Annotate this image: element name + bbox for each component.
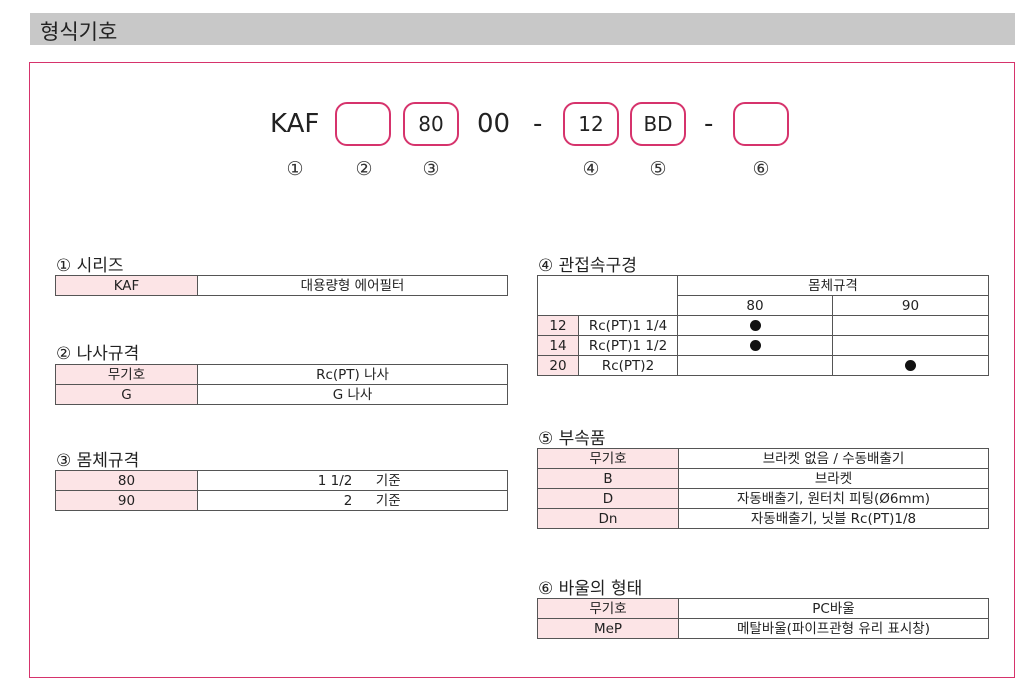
table-row: 14 Rc(PT)1 1/2 xyxy=(537,335,989,356)
model-prefix: KAF xyxy=(270,109,320,139)
port-desc: Rc(PT)1 1/2 xyxy=(578,335,678,356)
thread-table: 무기호 Rc(PT) 나사 G G 나사 xyxy=(55,364,508,405)
body-code: 80 xyxy=(55,470,198,491)
port-corner xyxy=(537,275,678,316)
port-cell-80 xyxy=(677,315,833,336)
accessory-desc: 브라켓 없음 / 수동배출기 xyxy=(678,448,989,469)
body-size: 2 xyxy=(343,492,353,509)
marker-2: ② xyxy=(355,158,373,180)
thread-desc: Rc(PT) 나사 xyxy=(197,364,508,385)
body-size: 1 1/2 xyxy=(317,472,353,489)
series-code: KAF xyxy=(55,275,198,296)
bowl-desc: PC바울 xyxy=(678,598,989,619)
port-code: 20 xyxy=(537,355,579,376)
accessory-title: ⑤ 부속품 xyxy=(538,429,606,449)
table-row: KAF 대용량형 에어필터 xyxy=(55,275,508,296)
body-code: 90 xyxy=(55,490,198,511)
bowl-code: 무기호 xyxy=(537,598,679,619)
section-header: 형식기호 xyxy=(30,13,1015,45)
port-desc: Rc(PT)2 xyxy=(578,355,678,376)
port-code: 14 xyxy=(537,335,579,356)
table-row: 무기호 브라켓 없음 / 수동배출기 xyxy=(537,448,989,469)
series-desc: 대용량형 에어필터 xyxy=(197,275,508,296)
table-row: G G 나사 xyxy=(55,384,508,405)
marker-4: ④ xyxy=(582,158,600,180)
bowl-desc: 메탈바울(파이프관형 유리 표시창) xyxy=(678,618,989,639)
table-row: 20 Rc(PT)2 xyxy=(537,355,989,376)
port-cell-90 xyxy=(832,335,989,356)
body-desc: 2 기준 xyxy=(197,490,508,511)
table-row: Dn 자동배출기, 닛블 Rc(PT)1/8 xyxy=(537,508,989,529)
port-cell-90 xyxy=(832,355,989,376)
accessory-code: Dn xyxy=(537,508,679,529)
port-code: 12 xyxy=(537,315,579,336)
series-title: ① 시리즈 xyxy=(56,256,124,276)
accessory-code: 무기호 xyxy=(537,448,679,469)
model-box-accessory: BD xyxy=(630,102,686,146)
model-dash-2: - xyxy=(704,109,714,139)
table-row: 80 1 1/2 기준 xyxy=(55,470,508,491)
marker-5: ⑤ xyxy=(649,158,667,180)
port-col-90: 90 xyxy=(832,295,989,316)
model-dash-1: - xyxy=(533,109,543,139)
series-table: KAF 대용량형 에어필터 xyxy=(55,275,508,296)
thread-title: ② 나사규격 xyxy=(56,344,140,364)
available-dot-icon xyxy=(749,340,761,351)
body-title: ③ 몸체규격 xyxy=(56,451,140,471)
model-box-port: 12 xyxy=(563,102,619,146)
bowl-table: 무기호 PC바울 MeP 메탈바울(파이프관형 유리 표시창) xyxy=(537,598,989,639)
body-unit: 기준 xyxy=(375,472,401,489)
marker-1: ① xyxy=(286,158,304,180)
model-box-bowl xyxy=(733,102,789,146)
table-row: D 자동배출기, 원터치 피팅(Ø6mm) xyxy=(537,488,989,509)
table-row: B 브라켓 xyxy=(537,468,989,489)
port-group-header: 몸체규격 xyxy=(677,275,989,296)
port-desc: Rc(PT)1 1/4 xyxy=(578,315,678,336)
port-cell-90 xyxy=(832,315,989,336)
accessory-code: D xyxy=(537,488,679,509)
body-unit: 기준 xyxy=(375,492,401,509)
thread-code: G xyxy=(55,384,198,405)
accessory-table: 무기호 브라켓 없음 / 수동배출기 B 브라켓 D 자동배출기, 원터치 피팅… xyxy=(537,448,989,529)
bowl-title: ⑥ 바울의 형태 xyxy=(538,579,643,599)
accessory-desc: 자동배출기, 닛블 Rc(PT)1/8 xyxy=(678,508,989,529)
available-dot-icon xyxy=(749,320,761,331)
accessory-desc: 자동배출기, 원터치 피팅(Ø6mm) xyxy=(678,488,989,509)
port-title: ④ 관접속구경 xyxy=(538,256,637,276)
port-cell-80 xyxy=(677,335,833,356)
thread-desc: G 나사 xyxy=(197,384,508,405)
port-table: 몸체규격 80 90 12 Rc(PT)1 1/4 14 Rc(PT)1 1/2… xyxy=(537,275,989,376)
model-box-thread xyxy=(335,102,391,146)
accessory-desc: 브라켓 xyxy=(678,468,989,489)
page-title: 형식기호 xyxy=(40,20,118,44)
marker-6: ⑥ xyxy=(752,158,770,180)
table-row: MeP 메탈바울(파이프관형 유리 표시창) xyxy=(537,618,989,639)
table-row: 90 2 기준 xyxy=(55,490,508,511)
bowl-code: MeP xyxy=(537,618,679,639)
thread-code: 무기호 xyxy=(55,364,198,385)
accessory-code: B xyxy=(537,468,679,489)
body-desc: 1 1/2 기준 xyxy=(197,470,508,491)
table-row: 무기호 PC바울 xyxy=(537,598,989,619)
marker-3: ③ xyxy=(422,158,440,180)
body-table: 80 1 1/2 기준 90 2 기준 xyxy=(55,470,508,511)
table-row: 무기호 Rc(PT) 나사 xyxy=(55,364,508,385)
table-row: 12 Rc(PT)1 1/4 xyxy=(537,315,989,336)
port-col-80: 80 xyxy=(677,295,833,316)
port-cell-80 xyxy=(677,355,833,376)
table-row: 몸체규격 xyxy=(537,275,989,316)
available-dot-icon xyxy=(905,360,916,371)
model-mid: 00 xyxy=(477,109,511,139)
model-box-body: 80 xyxy=(403,102,459,146)
